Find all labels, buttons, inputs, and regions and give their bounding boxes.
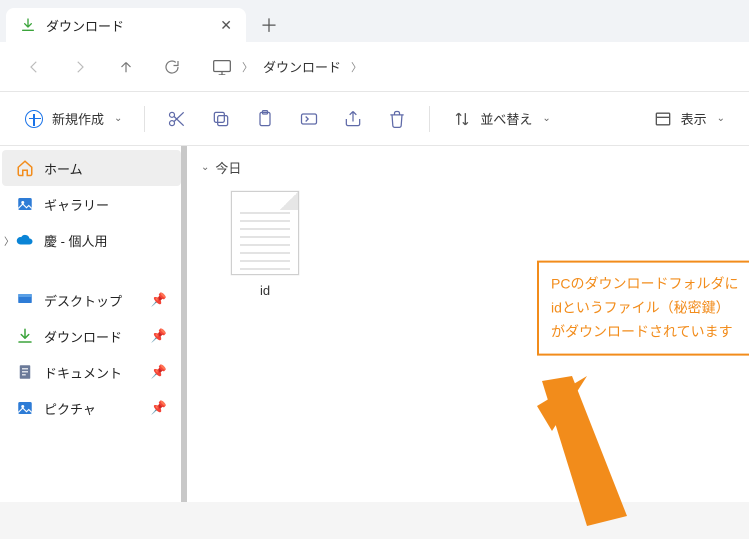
chevron-down-icon: ⌄	[717, 113, 725, 124]
scissors-icon	[167, 109, 187, 129]
cloud-icon	[16, 231, 34, 249]
chevron-down-icon: ⌄	[542, 113, 550, 124]
sidebar-item-home[interactable]: ホーム	[2, 150, 181, 186]
pin-icon: 📌	[151, 292, 167, 308]
sidebar-item-pictures[interactable]: ピクチャ 📌	[2, 390, 181, 426]
breadcrumb[interactable]: 〉 ダウンロード 〉	[212, 57, 735, 76]
up-button[interactable]	[106, 49, 146, 85]
close-icon[interactable]: ✕	[220, 17, 232, 34]
delete-button[interactable]	[377, 102, 417, 136]
toolbar: 新規作成 ⌄ 並べ替え ⌄ 表示 ⌄	[0, 92, 749, 146]
sidebar-item-downloads[interactable]: ダウンロード 📌	[2, 318, 181, 354]
sort-button-label: 並べ替え	[480, 109, 532, 128]
desktop-icon	[16, 291, 34, 309]
cut-button[interactable]	[157, 102, 197, 136]
download-icon	[20, 17, 36, 33]
pin-icon: 📌	[151, 400, 167, 416]
chevron-right-icon[interactable]: 〉	[2, 233, 16, 248]
share-icon	[343, 109, 363, 129]
paste-button[interactable]	[245, 102, 285, 136]
separator	[429, 106, 430, 132]
trash-icon	[387, 109, 407, 129]
copy-button[interactable]	[201, 102, 241, 136]
new-button-label: 新規作成	[52, 109, 104, 128]
gallery-icon	[16, 195, 34, 213]
tab-title: ダウンロード	[46, 16, 210, 35]
view-button-label: 表示	[681, 109, 707, 128]
refresh-button[interactable]	[152, 49, 192, 85]
file-item-id[interactable]: id	[215, 191, 315, 298]
pin-icon: 📌	[151, 364, 167, 380]
annotation-arrow	[537, 376, 657, 536]
file-name: id	[215, 283, 315, 298]
back-button[interactable]	[14, 49, 54, 85]
copy-icon	[211, 109, 231, 129]
document-icon	[16, 363, 34, 381]
sidebar-item-label: ホーム	[44, 159, 83, 178]
sidebar-item-label: ピクチャ	[44, 399, 96, 418]
sidebar-item-label: デスクトップ	[44, 291, 122, 310]
annotation-line: idというファイル（秘密鍵）	[551, 296, 738, 320]
sidebar-item-label: 慶 - 個人用	[44, 231, 108, 250]
chevron-right-icon: 〉	[351, 59, 362, 75]
sidebar: ホーム ギャラリー 〉 慶 - 個人用 デスクトップ 📌 ダウンロード 📌	[0, 146, 184, 502]
separator	[144, 106, 145, 132]
pictures-icon	[16, 399, 34, 417]
sidebar-item-label: ドキュメント	[44, 363, 122, 382]
sidebar-item-label: ダウンロード	[44, 327, 122, 346]
sidebar-item-gallery[interactable]: ギャラリー	[2, 186, 181, 222]
breadcrumb-item[interactable]: ダウンロード	[263, 57, 341, 76]
annotation-callout: PCのダウンロードフォルダに idというファイル（秘密鍵） がダウンロードされて…	[537, 261, 749, 356]
annotation-line: がダウンロードされています	[551, 320, 738, 344]
content-area: ⌄ 今日 id PCのダウンロードフォルダに idというファイル（秘密鍵） がダ…	[187, 146, 749, 502]
chevron-down-icon: ⌄	[201, 162, 209, 173]
tab-strip: ダウンロード ✕ ＋	[0, 0, 749, 42]
file-thumbnail	[231, 191, 299, 275]
group-header-label: 今日	[215, 158, 241, 177]
sort-icon	[452, 109, 472, 129]
sidebar-item-label: ギャラリー	[44, 195, 109, 214]
new-tab-button[interactable]: ＋	[252, 8, 286, 42]
share-button[interactable]	[333, 102, 373, 136]
new-button[interactable]: 新規作成 ⌄	[14, 102, 132, 136]
plus-circle-icon	[24, 109, 44, 129]
home-icon	[16, 159, 34, 177]
sidebar-item-documents[interactable]: ドキュメント 📌	[2, 354, 181, 390]
group-header-today[interactable]: ⌄ 今日	[201, 158, 735, 177]
view-icon	[653, 109, 673, 129]
nav-row: 〉 ダウンロード 〉	[0, 42, 749, 92]
sidebar-item-desktop[interactable]: デスクトップ 📌	[2, 282, 181, 318]
clipboard-icon	[255, 109, 275, 129]
sidebar-item-onedrive[interactable]: 〉 慶 - 個人用	[2, 222, 181, 258]
rename-icon	[299, 109, 319, 129]
view-button[interactable]: 表示 ⌄	[643, 102, 735, 136]
chevron-down-icon: ⌄	[114, 113, 122, 124]
tab-downloads[interactable]: ダウンロード ✕	[6, 8, 246, 42]
chevron-right-icon: 〉	[242, 59, 253, 75]
forward-button[interactable]	[60, 49, 100, 85]
pin-icon: 📌	[151, 328, 167, 344]
rename-button[interactable]	[289, 102, 329, 136]
sort-button[interactable]: 並べ替え ⌄	[442, 102, 560, 136]
download-icon	[16, 327, 34, 345]
monitor-icon	[212, 59, 232, 75]
annotation-line: PCのダウンロードフォルダに	[551, 273, 738, 297]
